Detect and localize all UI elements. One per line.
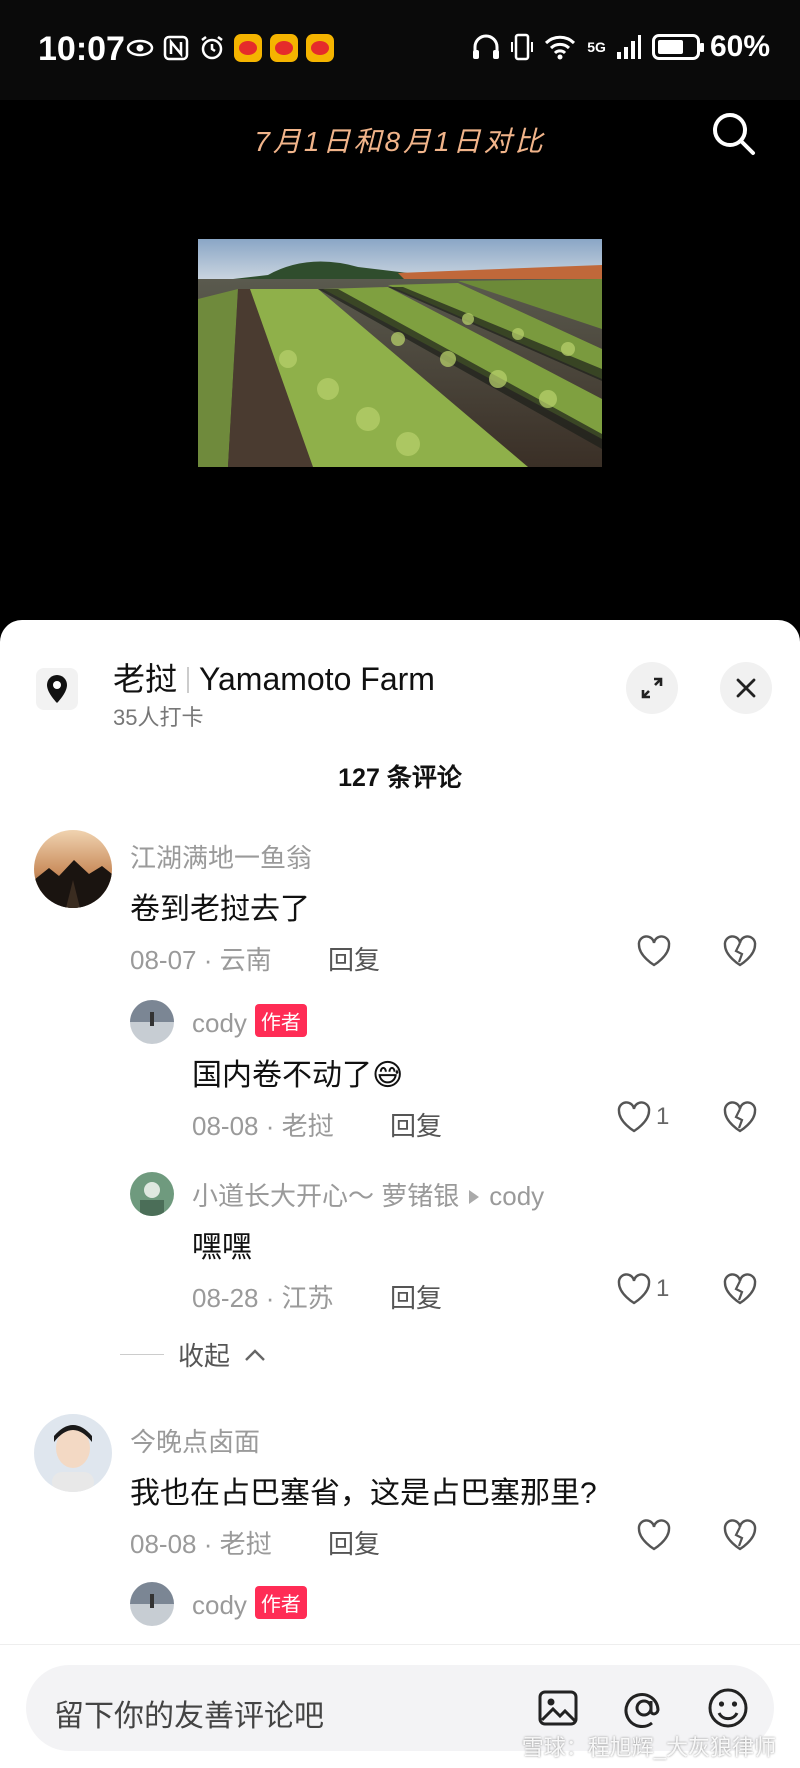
reply-text: 嘿嘿 — [192, 1231, 252, 1264]
reply-username-text: 小道长大开心～ 萝锗银 — [192, 1181, 460, 1211]
status-bar: 10:07 5G 60% — [0, 0, 800, 100]
like-button[interactable] — [636, 1518, 672, 1552]
watermark: 雪球：程旭辉_大灰狼律师 — [521, 1735, 776, 1760]
author-badge: 作者 — [254, 1586, 307, 1619]
reply-button[interactable]: 回复 — [390, 1278, 442, 1315]
location-name-en: Yamamoto Farm — [199, 661, 435, 697]
like-button[interactable]: 1 — [616, 1272, 669, 1306]
close-icon — [736, 678, 756, 698]
signal-icon — [616, 35, 641, 59]
video-thumbnail — [198, 239, 602, 467]
collapse-replies-button[interactable]: 收起 — [120, 1336, 266, 1373]
broken-heart-icon[interactable] — [722, 1100, 758, 1134]
chevron-up-icon — [245, 1348, 265, 1361]
reply-username[interactable]: cody 作者 — [192, 1586, 307, 1621]
reply-username[interactable]: cody 作者 — [192, 1004, 307, 1039]
reply-button[interactable]: 回复 — [328, 940, 380, 977]
weibo-icon — [270, 34, 298, 62]
like-button[interactable]: 1 — [616, 1100, 669, 1134]
vibrate-icon — [511, 33, 534, 61]
comment-input-bar: 留下你的友善评论吧 雪球：程旭辉_大灰狼律师 — [0, 1644, 800, 1768]
status-time: 10:07 — [38, 30, 125, 68]
reply-date: 08-28 · 江苏 — [192, 1283, 334, 1313]
broken-heart-icon[interactable] — [722, 1272, 758, 1306]
emoji-icon[interactable] — [706, 1686, 750, 1730]
alarm-icon — [201, 36, 223, 60]
collapse-label: 收起 — [178, 1341, 231, 1371]
eye-icon — [126, 39, 154, 57]
nfc-icon — [163, 35, 189, 61]
broken-heart-icon[interactable] — [722, 1518, 758, 1552]
status-notification-icons — [126, 34, 334, 62]
location-title[interactable]: 老挝 Yamamoto Farm — [113, 654, 435, 700]
like-count: 1 — [656, 1103, 670, 1130]
divider — [120, 1354, 164, 1355]
comment-date: 08-08 · 老挝 — [130, 1529, 272, 1559]
image-icon[interactable] — [536, 1686, 580, 1730]
search-icon[interactable] — [700, 100, 770, 170]
reply-arrow-icon — [469, 1190, 480, 1204]
video-caption: 7月1日和8月1日对比 — [254, 126, 546, 157]
reply-to-user: cody — [489, 1181, 545, 1211]
battery-percent: 60% — [709, 30, 770, 63]
heart-icon — [637, 1519, 671, 1551]
comment-input-placeholder: 留下你的友善评论吧 — [54, 1700, 324, 1733]
comment-text: 卷到老挝去了 — [130, 893, 310, 926]
weibo-icon — [234, 34, 262, 62]
comment-username[interactable]: 今晚点卤面 — [130, 1422, 260, 1459]
close-button[interactable] — [720, 662, 772, 714]
comment-count: 127 条评论 — [338, 764, 462, 792]
comments-sheet: 老挝 Yamamoto Farm 35人打卡 127 条评论 江湖满地一鱼翁 卷到… — [0, 620, 800, 1768]
reply-text: 国内卷不动了😅 — [192, 1059, 404, 1092]
comment-date: 08-07 · 云南 — [130, 945, 272, 975]
weibo-icon — [306, 34, 334, 62]
broken-heart-icon[interactable] — [722, 934, 758, 968]
avatar[interactable] — [130, 1000, 174, 1044]
comment-username[interactable]: 江湖满地一鱼翁 — [130, 838, 312, 875]
reply-username-text: cody — [192, 1008, 247, 1038]
heart-icon — [617, 1273, 651, 1305]
location-checkins: 35人打卡 — [113, 705, 204, 730]
reply-username-text: cody — [192, 1590, 247, 1620]
wifi-icon — [545, 35, 576, 60]
heart-icon — [637, 935, 671, 967]
status-right: 5G 60% — [471, 30, 770, 64]
avatar[interactable] — [130, 1172, 174, 1216]
reply-date: 08-08 · 老挝 — [192, 1111, 334, 1141]
author-badge: 作者 — [254, 1004, 307, 1037]
reply-username[interactable]: 小道长大开心～ 萝锗银 cody — [192, 1176, 544, 1213]
network-type: 5G — [587, 39, 606, 55]
video-player[interactable]: 7月1日和8月1日对比 — [0, 100, 800, 640]
avatar[interactable] — [34, 830, 112, 908]
expand-icon — [641, 677, 663, 699]
mention-icon[interactable] — [622, 1686, 666, 1730]
location-pin-icon — [36, 668, 78, 710]
comment-text: 我也在占巴塞省，这是占巴塞那里? — [130, 1477, 597, 1510]
heart-icon — [617, 1101, 651, 1133]
reply-button[interactable]: 回复 — [390, 1106, 442, 1143]
headphones-icon — [473, 34, 500, 59]
expand-button[interactable] — [626, 662, 678, 714]
like-button[interactable] — [636, 934, 672, 968]
avatar[interactable] — [34, 1414, 112, 1492]
location-name-cn: 老挝 — [113, 661, 178, 697]
reply-button[interactable]: 回复 — [328, 1524, 380, 1561]
like-count: 1 — [656, 1275, 670, 1302]
battery-icon — [651, 34, 704, 60]
avatar[interactable] — [130, 1582, 174, 1626]
